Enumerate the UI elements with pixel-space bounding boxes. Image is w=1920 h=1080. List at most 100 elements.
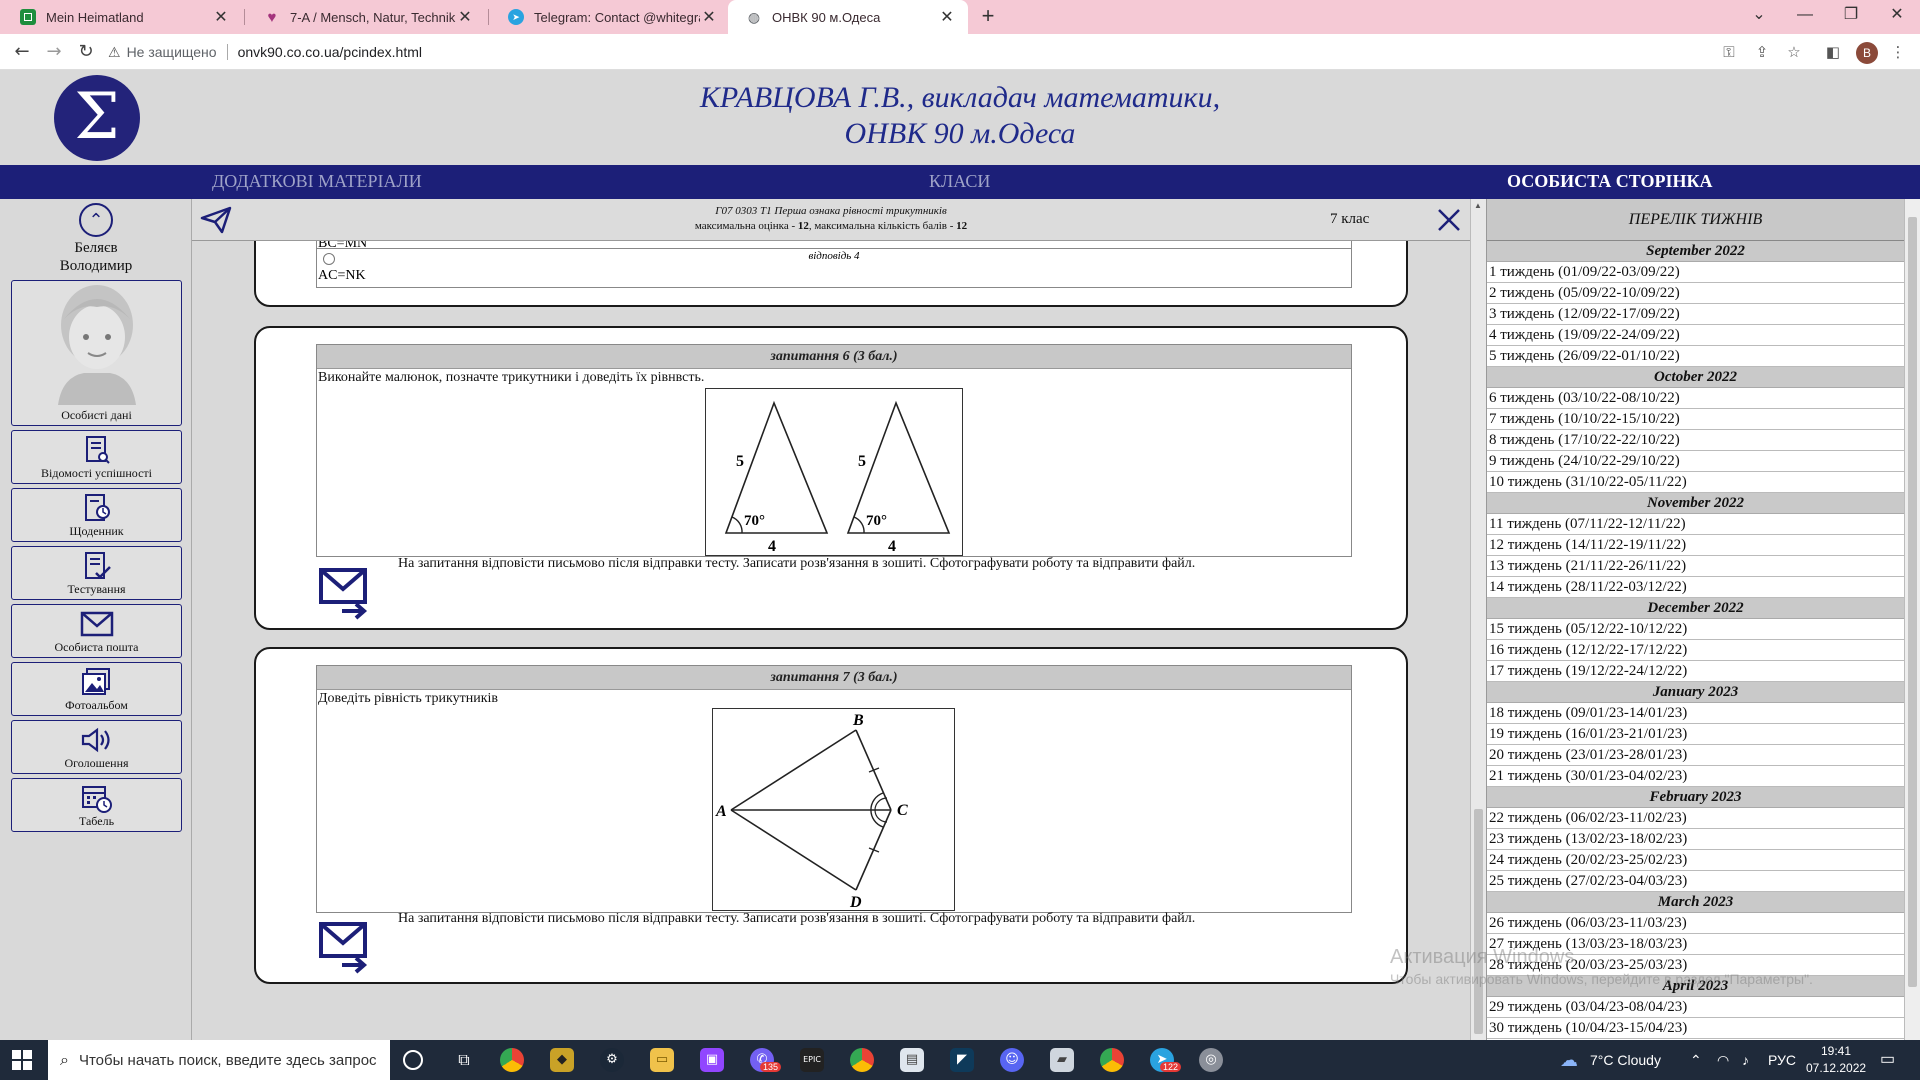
system-clock[interactable]: 19:41 07.12.2022	[1806, 1043, 1866, 1077]
week-link[interactable]: 9 тиждень (24/10/22-29/10/22)	[1487, 451, 1904, 472]
back-button[interactable]: ←	[8, 38, 36, 66]
tab-close-icon[interactable]: ✕	[938, 7, 956, 27]
security-label[interactable]: Не защищено	[127, 44, 217, 60]
language-indicator[interactable]: РУС	[1768, 1040, 1796, 1080]
week-link[interactable]: 29 тиждень (03/04/23-08/04/23)	[1487, 997, 1904, 1018]
menu-kebab-icon[interactable]: ⋮	[1888, 42, 1908, 62]
task-view-icon[interactable]: ⧉	[452, 1048, 476, 1072]
tab-telegram[interactable]: ➤ Telegram: Contact @whitegrapes ✕	[490, 0, 730, 34]
sidebar-item-grades[interactable]: Відомості успішності	[11, 430, 182, 484]
weather-cloud-icon[interactable]: ☁	[1560, 1040, 1578, 1080]
week-link[interactable]: 11 тиждень (07/11/22-12/11/22)	[1487, 514, 1904, 535]
week-link[interactable]: 24 тиждень (20/02/23-25/02/23)	[1487, 850, 1904, 871]
mail-send-icon[interactable]	[318, 919, 374, 975]
week-link[interactable]: 25 тиждень (27/02/23-04/03/23)	[1487, 871, 1904, 892]
profile-avatar[interactable]: B	[1856, 42, 1878, 64]
week-link[interactable]: 26 тиждень (06/03/23-11/03/23)	[1487, 913, 1904, 934]
sidebar-item-announcements[interactable]: Оголошення	[11, 720, 182, 774]
nav-classes[interactable]: КЛАСИ	[929, 171, 990, 192]
week-link[interactable]: 10 тиждень (31/10/22-05/11/22)	[1487, 472, 1904, 493]
tray-chevron-up-icon[interactable]: ⌃	[1690, 1040, 1702, 1080]
search-icon: ⌕	[60, 1050, 69, 1069]
steam-icon[interactable]: ⚙	[600, 1048, 624, 1072]
close-window-button[interactable]: ✕	[1874, 0, 1920, 34]
scroll-up-arrow-icon[interactable]: ▲	[1474, 201, 1482, 210]
week-link[interactable]: 4 тиждень (19/09/22-24/09/22)	[1487, 325, 1904, 346]
week-link[interactable]: 3 тиждень (12/09/22-17/09/22)	[1487, 304, 1904, 325]
week-link[interactable]: 13 тиждень (21/11/22-26/11/22)	[1487, 556, 1904, 577]
discord-icon[interactable]: ☺	[1000, 1048, 1024, 1072]
app-icon[interactable]: ▰	[1050, 1048, 1074, 1072]
tab-mensch-natur-technik[interactable]: ♥ 7-A / Mensch, Natur, Technik ✕	[246, 0, 486, 34]
app-window-icon[interactable]: ▤	[900, 1048, 924, 1072]
sidebar-item-personal-mail[interactable]: Особиста пошта	[11, 604, 182, 658]
chrome-profile-icon[interactable]	[850, 1048, 874, 1072]
tab-onvk90[interactable]: ◍ ОНВК 90 м.Одеса ✕	[728, 0, 968, 34]
tab-close-icon[interactable]: ✕	[700, 7, 718, 27]
tab-close-icon[interactable]: ✕	[212, 7, 230, 27]
week-link[interactable]: 15 тиждень (05/12/22-10/12/22)	[1487, 619, 1904, 640]
week-link[interactable]: 2 тиждень (05/09/22-10/09/22)	[1487, 283, 1904, 304]
file-explorer-icon[interactable]: ▭	[650, 1048, 674, 1072]
week-link[interactable]: 23 тиждень (13/02/23-18/02/23)	[1487, 829, 1904, 850]
week-link[interactable]: 5 тиждень (26/09/22-01/10/22)	[1487, 346, 1904, 367]
week-link[interactable]: 20 тиждень (23/01/23-28/01/23)	[1487, 745, 1904, 766]
week-link[interactable]: 30 тиждень (10/04/23-15/04/23)	[1487, 1018, 1904, 1039]
new-tab-button[interactable]: +	[975, 4, 1001, 30]
week-link[interactable]: 8 тиждень (17/10/22-22/10/22)	[1487, 430, 1904, 451]
chrome-icon[interactable]	[500, 1048, 524, 1072]
week-link[interactable]: 22 тиждень (06/02/23-11/02/23)	[1487, 808, 1904, 829]
nav-personal-page[interactable]: ОСОБИСТА СТОРІНКА	[1507, 171, 1713, 192]
week-link[interactable]: 18 тиждень (09/01/23-14/01/23)	[1487, 703, 1904, 724]
week-link[interactable]: 17 тиждень (19/12/22-24/12/22)	[1487, 661, 1904, 682]
sidebar-item-photo-album[interactable]: Фотоальбом	[11, 662, 182, 716]
cortana-icon[interactable]	[403, 1050, 423, 1070]
chrome-active-icon[interactable]	[1100, 1048, 1124, 1072]
side-panel-icon[interactable]: ◧	[1823, 42, 1843, 62]
share-icon[interactable]: ⇪	[1752, 42, 1772, 62]
speaker-tray-icon[interactable]: ♪	[1742, 1040, 1749, 1080]
photos-icon[interactable]: ◤	[950, 1048, 974, 1072]
weather-text[interactable]: 7°C Cloudy	[1590, 1040, 1661, 1080]
minimize-button[interactable]: —	[1782, 0, 1828, 34]
notifications-icon[interactable]: ▭	[1880, 1040, 1895, 1080]
sidebar-item-diary[interactable]: Щоденник	[11, 488, 182, 542]
taskbar-search[interactable]: ⌕ Чтобы начать поиск, введите здесь запр…	[48, 1040, 390, 1080]
reload-button[interactable]: ↻	[72, 38, 100, 66]
week-link[interactable]: 6 тиждень (03/10/22-08/10/22)	[1487, 388, 1904, 409]
sidebar-item-personal-data[interactable]: Особисті дані	[11, 280, 182, 426]
scrollbar-thumb[interactable]	[1908, 217, 1917, 987]
sidebar-item-testing[interactable]: Тестування	[11, 546, 182, 600]
weeks-scrollbar[interactable]	[1904, 199, 1920, 1040]
twitch-icon[interactable]: ▣	[700, 1048, 724, 1072]
week-link[interactable]: 21 тиждень (30/01/23-04/02/23)	[1487, 766, 1904, 787]
chevron-up-icon[interactable]: ⌃	[79, 203, 113, 237]
forward-button[interactable]: →	[40, 38, 68, 66]
week-link[interactable]: 7 тиждень (10/10/22-15/10/22)	[1487, 409, 1904, 430]
week-link[interactable]: 19 тиждень (16/01/23-21/01/23)	[1487, 724, 1904, 745]
content-scrollbar[interactable]: ▲	[1470, 199, 1486, 1040]
week-link[interactable]: 12 тиждень (14/11/22-19/11/22)	[1487, 535, 1904, 556]
nav-extra-materials[interactable]: ДОДАТКОВІ МАТЕРІАЛИ	[212, 171, 422, 192]
address-bar[interactable]: ⚠ Не защищено onvk90.co.co.ua/pcindex.ht…	[108, 38, 1708, 66]
app-icon[interactable]: ◆	[550, 1048, 574, 1072]
week-link[interactable]: 14 тиждень (28/11/22-03/12/22)	[1487, 577, 1904, 598]
app-circle-icon[interactable]: ◎	[1199, 1048, 1223, 1072]
close-icon[interactable]	[1435, 206, 1463, 234]
sidebar-item-report-card[interactable]: Табель	[11, 778, 182, 832]
week-link[interactable]: 1 тиждень (01/09/22-03/09/22)	[1487, 262, 1904, 283]
tab-mein-heimatland[interactable]: Mein Heimatland ✕	[2, 0, 242, 34]
url-text[interactable]: onvk90.co.co.ua/pcindex.html	[238, 44, 422, 60]
tab-close-icon[interactable]: ✕	[456, 7, 474, 27]
key-icon[interactable]: ⚿	[1719, 42, 1739, 62]
mail-send-icon[interactable]	[318, 565, 374, 621]
warning-icon[interactable]: ⚠	[108, 44, 121, 61]
tab-search-chevron-icon[interactable]: ⌄	[1736, 0, 1782, 34]
epic-games-icon[interactable]: EPIC	[800, 1048, 824, 1072]
bookmark-star-icon[interactable]: ☆	[1784, 42, 1804, 62]
week-link[interactable]: 16 тиждень (12/12/22-17/12/22)	[1487, 640, 1904, 661]
maximize-button[interactable]: ❐	[1828, 0, 1874, 34]
windows-start-icon[interactable]	[12, 1050, 32, 1070]
network-icon[interactable]: ◠	[1717, 1040, 1729, 1080]
scrollbar-thumb[interactable]	[1474, 809, 1483, 1034]
